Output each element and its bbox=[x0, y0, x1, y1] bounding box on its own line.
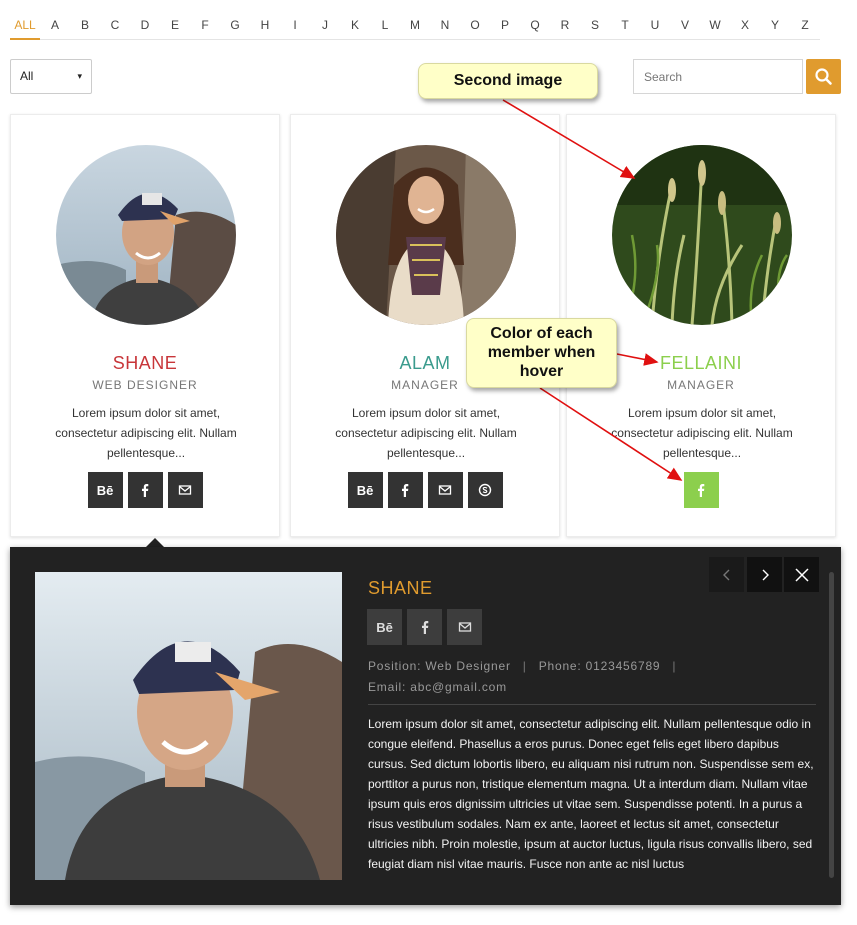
avatar[interactable] bbox=[612, 145, 792, 325]
behance-button[interactable]: Bē bbox=[87, 472, 123, 508]
category-select[interactable]: All ▾ bbox=[10, 59, 92, 94]
social-links: Bē bbox=[291, 472, 559, 508]
facebook-icon bbox=[402, 484, 409, 497]
letter-q[interactable]: Q bbox=[520, 14, 550, 40]
letter-r[interactable]: R bbox=[550, 14, 580, 40]
facebook-icon bbox=[142, 484, 149, 497]
letter-o[interactable]: O bbox=[460, 14, 490, 40]
chevron-right-icon bbox=[762, 569, 769, 580]
detail-social-links: Bē bbox=[367, 609, 482, 645]
divider bbox=[368, 704, 816, 705]
skype-button[interactable] bbox=[467, 472, 503, 508]
mail-button[interactable] bbox=[167, 472, 203, 508]
member-photo-shane bbox=[56, 145, 236, 325]
close-icon bbox=[794, 567, 809, 582]
close-button[interactable] bbox=[784, 557, 819, 592]
avatar[interactable] bbox=[336, 145, 516, 325]
letter-w[interactable]: W bbox=[700, 14, 730, 40]
prev-button[interactable] bbox=[709, 557, 744, 592]
facebook-button[interactable] bbox=[127, 472, 163, 508]
letter-s[interactable]: S bbox=[580, 14, 610, 40]
member-card-shane[interactable]: SHANE WEB DESIGNER Lorem ipsum dolor sit… bbox=[10, 114, 280, 537]
detail-name: SHANE bbox=[368, 578, 433, 598]
avatar[interactable] bbox=[56, 145, 236, 325]
search-input[interactable] bbox=[633, 59, 803, 94]
category-select-value: All bbox=[20, 69, 34, 83]
mail-icon bbox=[458, 622, 471, 632]
next-button[interactable] bbox=[747, 557, 782, 592]
detail-photo-shane bbox=[35, 572, 342, 880]
facebook-button[interactable] bbox=[407, 609, 442, 645]
letter-f[interactable]: F bbox=[190, 14, 220, 40]
skype-icon bbox=[478, 483, 492, 497]
facebook-button[interactable] bbox=[683, 472, 719, 508]
member-name[interactable]: SHANE bbox=[11, 353, 279, 374]
detail-email[interactable]: Email: abc@gmail.com bbox=[368, 677, 688, 698]
member-description: Lorem ipsum dolor sit amet, consectetur … bbox=[55, 406, 237, 460]
social-links bbox=[567, 472, 835, 508]
alphabet-filter: ALL A B C D E F G H I J K L M N O P Q R … bbox=[10, 14, 820, 40]
callout-hover-color: Color of each member when hover bbox=[466, 318, 617, 388]
letter-i[interactable]: I bbox=[280, 14, 310, 40]
behance-icon: Bē bbox=[96, 482, 114, 498]
letter-k[interactable]: K bbox=[340, 14, 370, 40]
letter-l[interactable]: L bbox=[370, 14, 400, 40]
letter-all[interactable]: ALL bbox=[10, 14, 40, 40]
member-description: Lorem ipsum dolor sit amet, consectetur … bbox=[335, 406, 517, 460]
detail-photo bbox=[35, 572, 342, 880]
letter-y[interactable]: Y bbox=[760, 14, 790, 40]
facebook-icon bbox=[421, 621, 428, 634]
letter-j[interactable]: J bbox=[310, 14, 340, 40]
letter-e[interactable]: E bbox=[160, 14, 190, 40]
member-role: WEB DESIGNER bbox=[92, 378, 198, 392]
behance-icon: Bē bbox=[376, 619, 393, 635]
letter-g[interactable]: G bbox=[220, 14, 250, 40]
facebook-icon bbox=[698, 484, 705, 497]
chevron-down-icon: ▾ bbox=[77, 71, 82, 81]
letter-v[interactable]: V bbox=[670, 14, 700, 40]
search-icon bbox=[815, 68, 832, 85]
info-separator: | bbox=[672, 659, 677, 673]
member-photo-alam bbox=[336, 145, 516, 325]
letter-n[interactable]: N bbox=[430, 14, 460, 40]
panel-pointer bbox=[146, 538, 164, 547]
letter-x[interactable]: X bbox=[730, 14, 760, 40]
callout-second-image: Second image bbox=[418, 63, 598, 99]
behance-icon: Bē bbox=[356, 482, 374, 498]
letter-u[interactable]: U bbox=[640, 14, 670, 40]
social-links: Bē bbox=[11, 472, 279, 508]
info-separator: | bbox=[522, 659, 527, 673]
letter-d[interactable]: D bbox=[130, 14, 160, 40]
letter-c[interactable]: C bbox=[100, 14, 130, 40]
letter-t[interactable]: T bbox=[610, 14, 640, 40]
mail-icon bbox=[438, 485, 452, 495]
detail-info: Position: Web Designer | Phone: 0123456789… bbox=[368, 656, 688, 698]
scrollbar[interactable] bbox=[829, 572, 834, 878]
letter-h[interactable]: H bbox=[250, 14, 280, 40]
search-button[interactable] bbox=[806, 59, 841, 94]
detail-bio: Lorem ipsum dolor sit amet, consectetur … bbox=[368, 717, 814, 871]
member-detail-panel: SHANE Bē Position: Web Designer | Phone: 0… bbox=[10, 547, 841, 905]
behance-button[interactable]: Bē bbox=[367, 609, 402, 645]
member-photo-fellaini bbox=[612, 145, 792, 325]
letter-z[interactable]: Z bbox=[790, 14, 820, 40]
detail-phone: Phone: 0123456789 bbox=[538, 659, 661, 673]
chevron-left-icon bbox=[722, 569, 729, 580]
mail-icon bbox=[178, 485, 192, 495]
letter-p[interactable]: P bbox=[490, 14, 520, 40]
mail-button[interactable] bbox=[447, 609, 482, 645]
facebook-button[interactable] bbox=[387, 472, 423, 508]
mail-button[interactable] bbox=[427, 472, 463, 508]
behance-button[interactable]: Bē bbox=[347, 472, 383, 508]
letter-a[interactable]: A bbox=[40, 14, 70, 40]
letter-m[interactable]: M bbox=[400, 14, 430, 40]
letter-b[interactable]: B bbox=[70, 14, 100, 40]
member-description: Lorem ipsum dolor sit amet, consectetur … bbox=[611, 406, 793, 460]
detail-position: Position: Web Designer bbox=[368, 659, 511, 673]
